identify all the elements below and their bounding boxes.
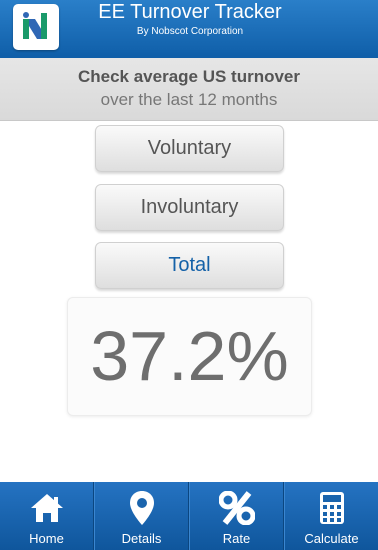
banner-heading: Check average US turnover [77, 67, 301, 86]
info-banner: Check average US turnover over the last … [0, 58, 378, 121]
app-logo [13, 4, 59, 50]
nobscot-logo-icon [23, 12, 47, 39]
tab-rate-label: Rate [222, 531, 251, 546]
app-header: EE Turnover Tracker By Nobscot Corporati… [0, 0, 378, 58]
app-title: EE Turnover Tracker [98, 1, 282, 23]
turnover-rate-value: 37.2% [90, 317, 289, 395]
calculator-icon [285, 490, 378, 526]
involuntary-button[interactable]: Involuntary [95, 184, 284, 231]
tab-calculate[interactable]: Calculate [284, 482, 378, 550]
result-panel: 37.2% [67, 297, 312, 416]
tab-home[interactable]: Home [0, 482, 94, 550]
tab-rate[interactable]: Rate [189, 482, 284, 550]
total-button[interactable]: Total [95, 242, 284, 289]
voluntary-button[interactable]: Voluntary [95, 125, 284, 172]
home-icon [0, 490, 93, 526]
banner-subheading: over the last 12 months [100, 90, 278, 109]
tab-bar: Home Details Rate Calculate [0, 482, 378, 550]
app-subtitle: By Nobscot Corporation [136, 26, 244, 37]
tab-details-label: Details [121, 531, 162, 546]
tab-home-label: Home [29, 531, 64, 546]
percent-icon [190, 490, 283, 526]
map-pin-icon [95, 490, 188, 526]
tab-details[interactable]: Details [94, 482, 189, 550]
tab-calculate-label: Calculate [304, 531, 359, 546]
